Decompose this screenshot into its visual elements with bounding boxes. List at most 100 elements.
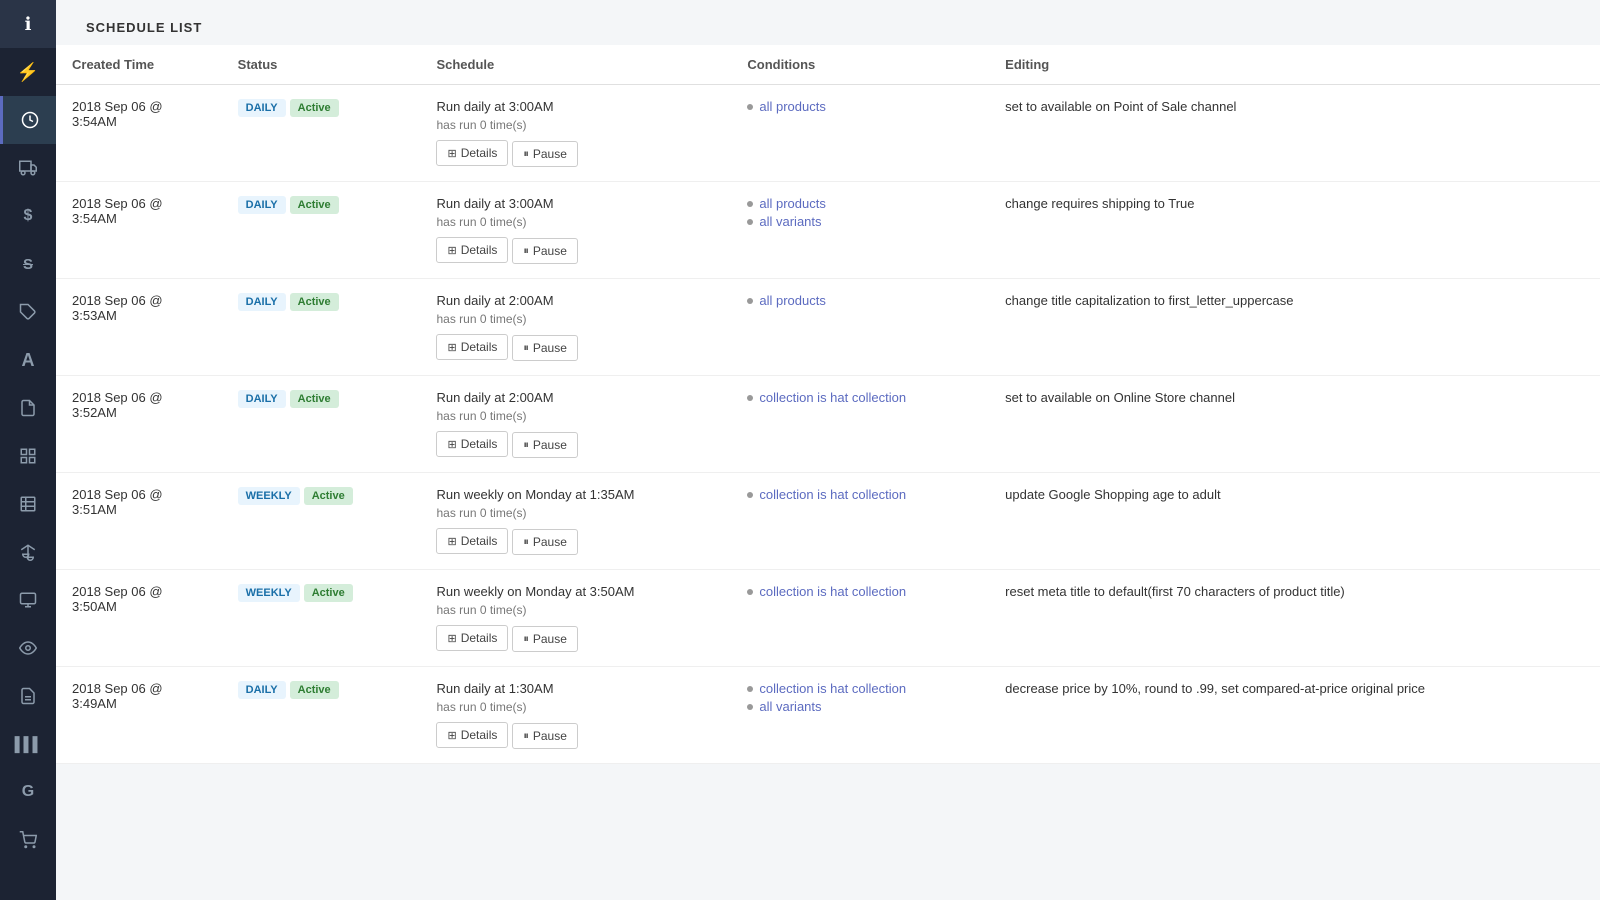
- frequency-badge: DAILY: [238, 390, 286, 408]
- details-button[interactable]: ⊞ Details: [436, 722, 508, 748]
- status-badge: Active: [290, 681, 339, 699]
- pause-button[interactable]: ⏸ Pause: [512, 723, 578, 749]
- details-button[interactable]: ⊞ Details: [436, 237, 508, 263]
- condition-link[interactable]: collection is hat collection: [759, 487, 906, 502]
- sidebar-icon-tag[interactable]: [0, 288, 56, 336]
- run-times-text: has run 0 time(s): [436, 118, 715, 132]
- condition-link[interactable]: all products: [759, 293, 825, 308]
- cell-created-time: 2018 Sep 06 @3:53AM: [56, 279, 222, 376]
- condition-item: collection is hat collection: [747, 584, 973, 599]
- schedule-text: Run weekly on Monday at 1:35AM: [436, 487, 715, 502]
- cell-created-time: 2018 Sep 06 @3:54AM: [56, 182, 222, 279]
- created-time-text: 2018 Sep 06 @3:50AM: [72, 584, 206, 614]
- sidebar-icon-clock[interactable]: [0, 96, 56, 144]
- details-button[interactable]: ⊞ Details: [436, 140, 508, 166]
- pause-icon: ⏸: [523, 536, 529, 549]
- sidebar-icon-grid[interactable]: [0, 432, 56, 480]
- sidebar-icon-document[interactable]: [0, 384, 56, 432]
- schedule-text: Run daily at 2:00AM: [436, 293, 715, 308]
- details-button[interactable]: ⊞ Details: [436, 625, 508, 651]
- condition-item: all products: [747, 99, 973, 114]
- sidebar-icon-widget[interactable]: [0, 576, 56, 624]
- created-time-text: 2018 Sep 06 @3:54AM: [72, 196, 206, 226]
- condition-link[interactable]: all products: [759, 196, 825, 211]
- details-button[interactable]: ⊞ Details: [436, 334, 508, 360]
- sidebar-icon-table[interactable]: [0, 480, 56, 528]
- created-time-text: 2018 Sep 06 @3:53AM: [72, 293, 206, 323]
- cell-editing: set to available on Online Store channel: [989, 376, 1600, 473]
- cell-status: WEEKLYActive: [222, 473, 421, 570]
- sidebar-icon-google[interactable]: G: [0, 768, 56, 816]
- condition-dot: [747, 201, 753, 207]
- run-times-text: has run 0 time(s): [436, 215, 715, 229]
- details-button[interactable]: ⊞ Details: [436, 528, 508, 554]
- cell-status: WEEKLYActive: [222, 570, 421, 667]
- table-row: 2018 Sep 06 @3:54AMDAILYActiveRun daily …: [56, 85, 1600, 182]
- cell-conditions: collection is hat collection: [731, 376, 989, 473]
- pause-button[interactable]: ⏸ Pause: [512, 141, 578, 167]
- condition-link[interactable]: all variants: [759, 214, 821, 229]
- condition-dot: [747, 395, 753, 401]
- pause-button[interactable]: ⏸ Pause: [512, 626, 578, 652]
- condition-link[interactable]: collection is hat collection: [759, 681, 906, 696]
- condition-link[interactable]: collection is hat collection: [759, 584, 906, 599]
- sidebar-icon-cart[interactable]: [0, 816, 56, 864]
- details-icon: ⊞: [447, 147, 456, 160]
- sidebar-icon-info[interactable]: ℹ: [0, 0, 56, 48]
- details-icon: ⊞: [447, 244, 456, 257]
- cell-status: DAILYActive: [222, 376, 421, 473]
- frequency-badge: WEEKLY: [238, 487, 300, 505]
- status-badge: Active: [290, 196, 339, 214]
- details-button[interactable]: ⊞ Details: [436, 431, 508, 457]
- action-buttons: ⊞ Details⏸ Pause: [436, 722, 715, 749]
- sidebar-icon-dollar[interactable]: $: [0, 192, 56, 240]
- pause-icon: ⏸: [523, 148, 529, 161]
- details-icon: ⊞: [447, 438, 456, 451]
- schedule-table-wrapper: Created Time Status Schedule Conditions …: [56, 45, 1600, 784]
- condition-dot: [747, 298, 753, 304]
- cell-schedule: Run daily at 1:30AMhas run 0 time(s)⊞ De…: [420, 667, 731, 764]
- sidebar-icon-file[interactable]: [0, 672, 56, 720]
- sidebar-icon-text-a[interactable]: A: [0, 336, 56, 384]
- action-buttons: ⊞ Details⏸ Pause: [436, 334, 715, 361]
- frequency-badge: WEEKLY: [238, 584, 300, 602]
- details-icon: ⊞: [447, 729, 456, 742]
- table-row: 2018 Sep 06 @3:51AMWEEKLYActiveRun weekl…: [56, 473, 1600, 570]
- sidebar-icon-lightning[interactable]: ⚡: [0, 48, 56, 96]
- cell-editing: set to available on Point of Sale channe…: [989, 85, 1600, 182]
- cell-conditions: collection is hat collection: [731, 473, 989, 570]
- action-buttons: ⊞ Details⏸ Pause: [436, 237, 715, 264]
- schedule-text: Run weekly on Monday at 3:50AM: [436, 584, 715, 599]
- pause-button[interactable]: ⏸ Pause: [512, 238, 578, 264]
- sidebar-icon-barcode[interactable]: ▌▌▌: [0, 720, 56, 768]
- condition-item: all variants: [747, 699, 973, 714]
- table-row: 2018 Sep 06 @3:49AMDAILYActiveRun daily …: [56, 667, 1600, 764]
- status-badge: Active: [304, 487, 353, 505]
- sidebar-icon-truck[interactable]: [0, 144, 56, 192]
- condition-dot: [747, 686, 753, 692]
- sidebar-icon-eye[interactable]: [0, 624, 56, 672]
- condition-link[interactable]: all variants: [759, 699, 821, 714]
- condition-dot: [747, 492, 753, 498]
- condition-link[interactable]: all products: [759, 99, 825, 114]
- pause-button[interactable]: ⏸ Pause: [512, 529, 578, 555]
- condition-link[interactable]: collection is hat collection: [759, 390, 906, 405]
- cell-status: DAILYActive: [222, 182, 421, 279]
- col-header-status: Status: [222, 45, 421, 85]
- cell-status: DAILYActive: [222, 85, 421, 182]
- col-header-conditions: Conditions: [731, 45, 989, 85]
- sidebar-icon-scale[interactable]: [0, 528, 56, 576]
- sidebar-icon-strikethrough[interactable]: S: [0, 240, 56, 288]
- table-row: 2018 Sep 06 @3:50AM WEEKLYActive Run weekl…: [56, 570, 1600, 667]
- action-buttons: ⊞ Details⏸ Pause: [436, 625, 715, 652]
- condition-dot: [747, 589, 753, 595]
- action-buttons: ⊞ Details⏸ Pause: [436, 431, 715, 458]
- cell-editing: change title capitalization to first_let…: [989, 279, 1600, 376]
- pause-button[interactable]: ⏸ Pause: [512, 335, 578, 361]
- pause-button[interactable]: ⏸ Pause: [512, 432, 578, 458]
- cell-schedule: Run daily at 3:00AM has run 0 time(s) ⊞ De…: [420, 182, 731, 279]
- action-buttons: ⊞ Details⏸ Pause: [436, 528, 715, 555]
- table-row: 2018 Sep 06 @3:54AMDAILYActiveRun daily …: [56, 182, 1600, 279]
- table-row: 2018 Sep 06 @3:52AMDAILYActiveRun daily …: [56, 376, 1600, 473]
- schedule-text: Run daily at 3:00AM: [436, 196, 715, 211]
